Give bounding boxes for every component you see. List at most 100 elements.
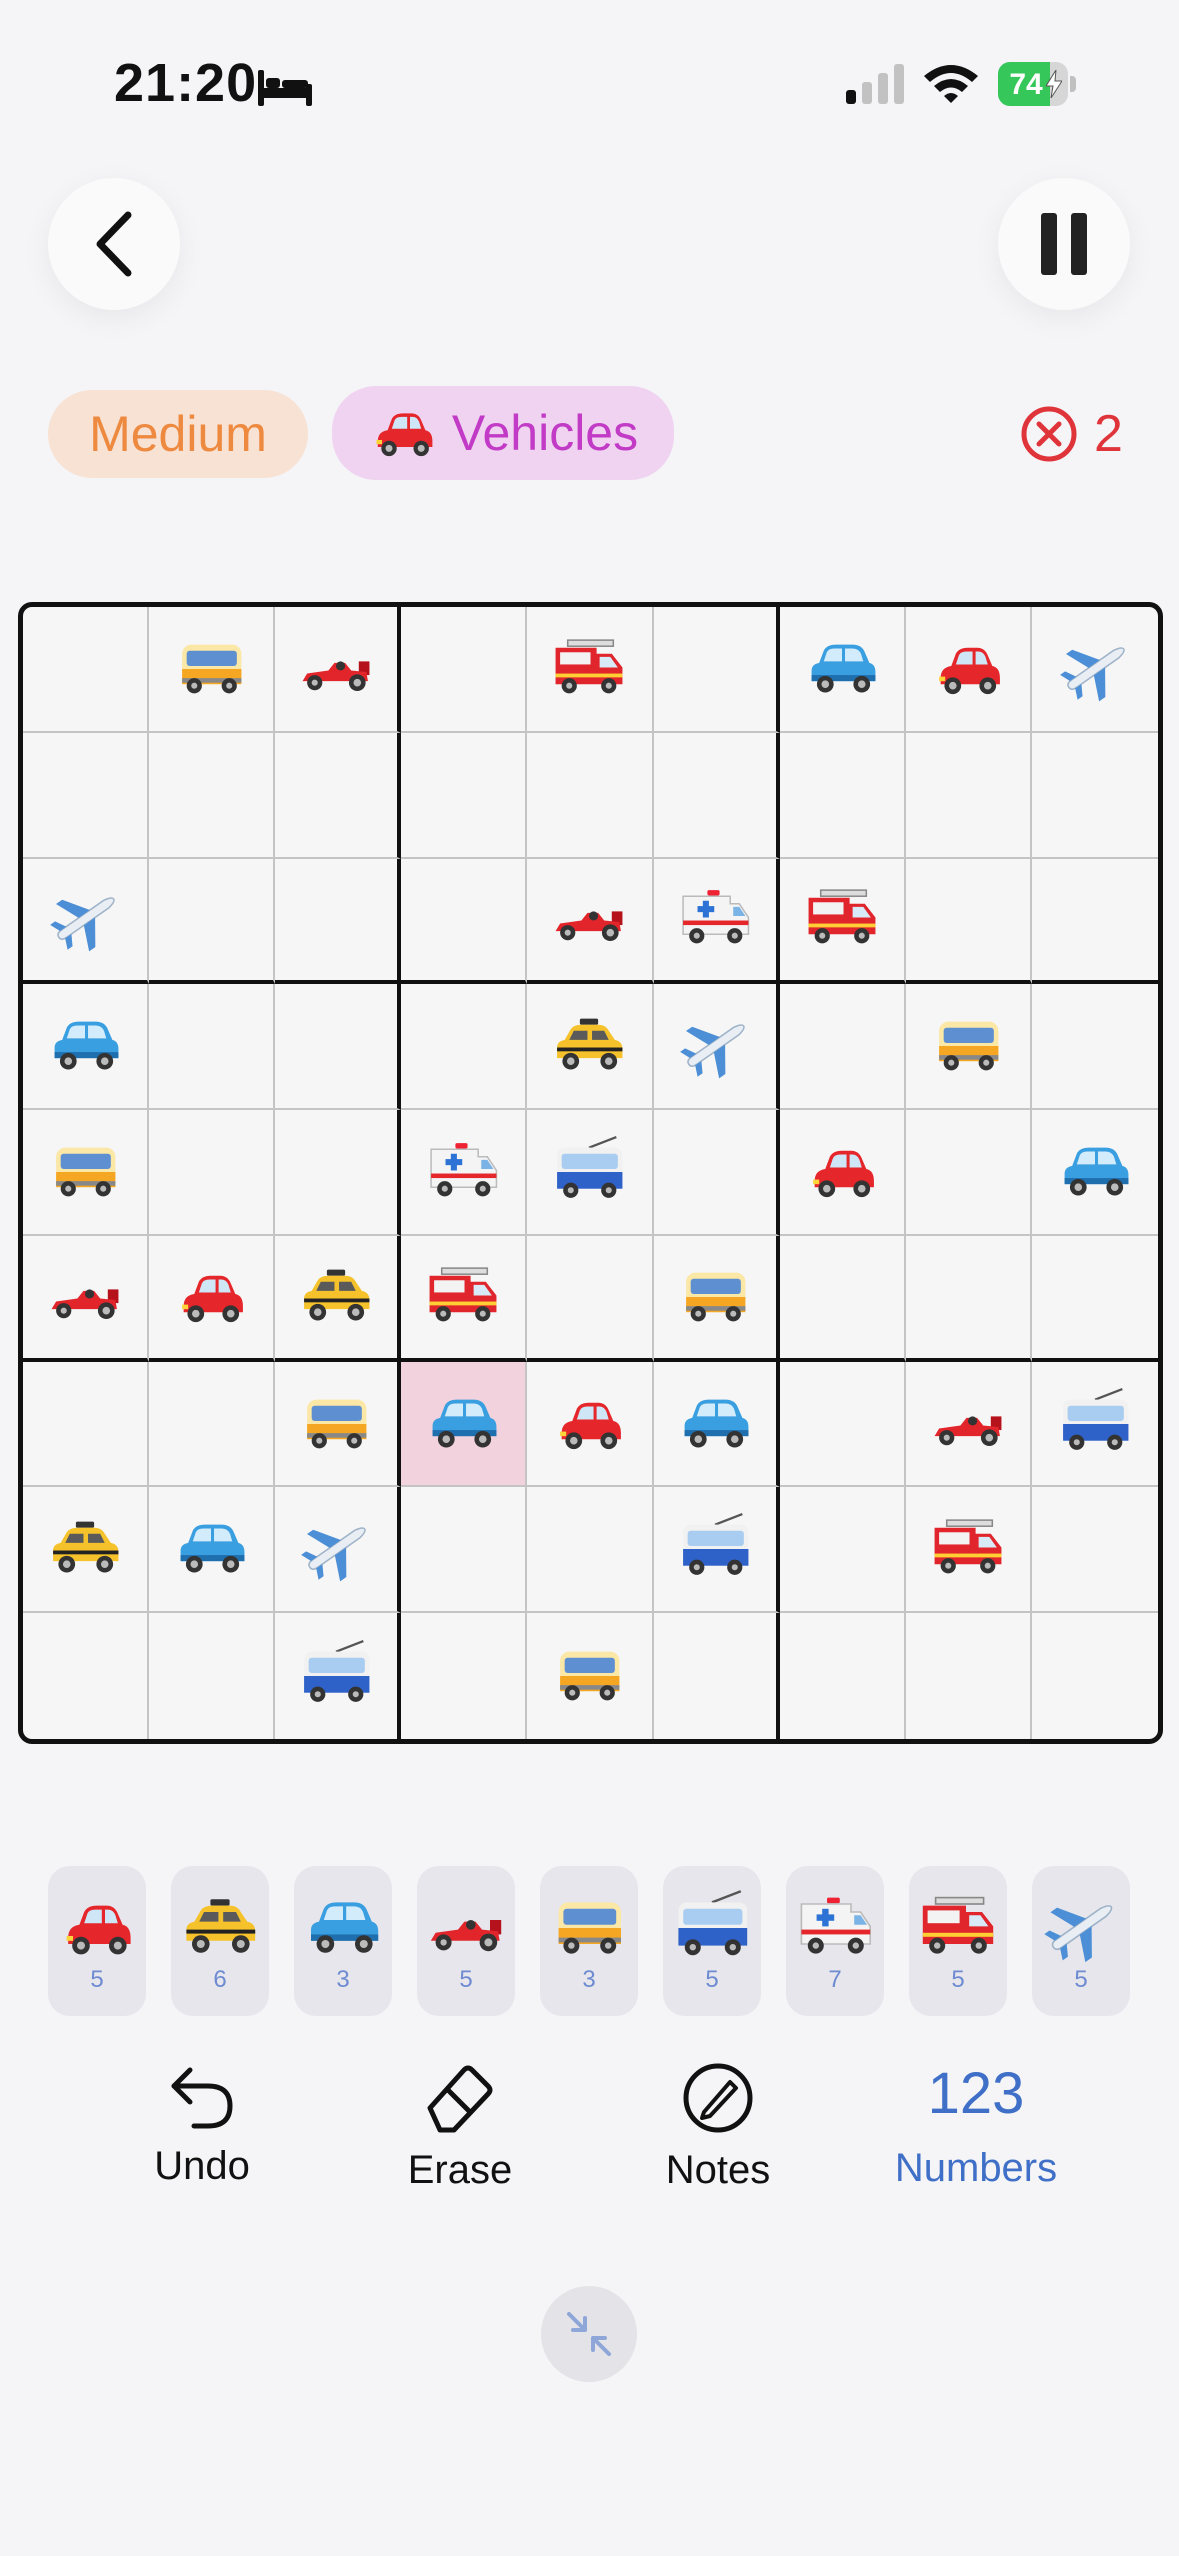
board-cell[interactable]	[905, 858, 1032, 985]
board-cell[interactable]	[653, 1361, 780, 1488]
undo-button[interactable]: Undo	[102, 2060, 302, 2200]
board-cell[interactable]	[149, 732, 276, 859]
board-cell[interactable]	[906, 1613, 1032, 1739]
board-cell[interactable]	[1031, 1362, 1158, 1488]
board-cell[interactable]	[905, 1235, 1032, 1362]
board-cell[interactable]	[23, 858, 150, 985]
board-cell[interactable]	[401, 1487, 528, 1614]
board-cell[interactable]	[653, 1235, 780, 1362]
board-cell[interactable]	[23, 984, 150, 1111]
board-cell[interactable]	[527, 1110, 654, 1236]
board-cell[interactable]	[527, 607, 654, 733]
erase-button[interactable]: Erase	[360, 2060, 560, 2200]
board-cell[interactable]	[23, 732, 150, 859]
board-cell[interactable]	[527, 1487, 654, 1614]
board-cell[interactable]	[149, 1613, 276, 1739]
board-cell[interactable]	[401, 984, 528, 1111]
board-cell[interactable]	[1031, 1236, 1158, 1362]
board-cell[interactable]	[275, 1613, 402, 1739]
board-cell[interactable]	[275, 858, 402, 985]
board-cell[interactable]	[905, 732, 1032, 859]
vehicle-key-taxi[interactable]: 6	[171, 1866, 269, 2016]
board-cell[interactable]	[653, 984, 780, 1111]
board-cell[interactable]	[149, 607, 276, 733]
board-cell[interactable]	[401, 1613, 528, 1739]
notes-button[interactable]: Notes	[618, 2060, 818, 2200]
board-cell[interactable]	[23, 1613, 150, 1739]
board-cell[interactable]	[779, 732, 906, 859]
board-cell[interactable]	[654, 1613, 780, 1739]
board-cell[interactable]	[905, 1487, 1032, 1614]
board-cell[interactable]	[1031, 1487, 1158, 1614]
back-button[interactable]	[48, 178, 180, 310]
board-cell[interactable]	[779, 1487, 906, 1614]
board-cell[interactable]	[653, 732, 780, 859]
board-cell[interactable]	[527, 1361, 654, 1488]
board-cell[interactable]	[149, 1235, 276, 1362]
board-cell[interactable]	[779, 1235, 906, 1362]
board-cell[interactable]	[23, 1361, 150, 1488]
board-cell[interactable]	[527, 858, 654, 985]
board-cell[interactable]	[23, 1235, 150, 1362]
board-cell[interactable]	[275, 984, 402, 1111]
board-cell[interactable]	[779, 607, 906, 733]
board-cell[interactable]	[401, 858, 528, 985]
board-cell[interactable]	[1031, 733, 1158, 859]
board-cell[interactable]	[1031, 1110, 1158, 1236]
board-cell[interactable]	[275, 1110, 402, 1236]
board-cell[interactable]	[1031, 984, 1158, 1111]
vehicle-key-trolleybus[interactable]: 5	[663, 1866, 761, 2016]
board-cell[interactable]	[905, 984, 1032, 1111]
board-cell[interactable]	[23, 1487, 150, 1614]
board-cell[interactable]	[1032, 1613, 1158, 1739]
board-cell[interactable]	[779, 984, 906, 1111]
board-cell[interactable]	[1031, 859, 1158, 985]
vehicle-key-firetruck[interactable]: 5	[909, 1866, 1007, 2016]
vehicle-key-redcar[interactable]: 5	[48, 1866, 146, 2016]
board-cell[interactable]	[527, 732, 654, 859]
board-cell[interactable]	[780, 1613, 906, 1739]
fire-engine-icon	[930, 1511, 1006, 1587]
board-cell[interactable]	[653, 1110, 780, 1236]
board-cell[interactable]	[23, 607, 150, 733]
board-cell[interactable]	[779, 1361, 906, 1488]
board-cell[interactable]	[275, 732, 402, 859]
board-cell[interactable]	[275, 607, 402, 733]
board-cell[interactable]	[1031, 607, 1158, 733]
board-cell[interactable]	[149, 1110, 276, 1236]
board-cell[interactable]	[23, 1110, 150, 1236]
board-cell[interactable]	[527, 984, 654, 1111]
board-cell[interactable]	[779, 1110, 906, 1236]
board-cell[interactable]	[275, 1361, 402, 1488]
board-cell[interactable]	[905, 1361, 1032, 1488]
vehicle-key-bluecar[interactable]: 3	[294, 1866, 392, 2016]
board-cell[interactable]	[149, 984, 276, 1111]
vehicle-key-airplane[interactable]: 5	[1032, 1866, 1130, 2016]
collapse-button[interactable]	[541, 2286, 637, 2382]
board-cell[interactable]	[401, 732, 528, 859]
board-cell[interactable]	[653, 607, 780, 733]
board-cell[interactable]	[149, 858, 276, 985]
board-cell[interactable]	[905, 1110, 1032, 1236]
pause-button[interactable]	[998, 178, 1130, 310]
board-cell[interactable]	[149, 1487, 276, 1614]
vehicle-key-racecar[interactable]: 5	[417, 1866, 515, 2016]
board-cell[interactable]	[779, 858, 906, 985]
board-cell[interactable]	[401, 1361, 528, 1488]
blue-car-icon	[47, 1008, 123, 1084]
board-cell[interactable]	[527, 1235, 654, 1362]
theme-badge: Vehicles	[332, 386, 674, 480]
vehicle-key-minibus[interactable]: 3	[540, 1866, 638, 2016]
board-cell[interactable]	[653, 858, 780, 985]
board-cell[interactable]	[275, 1235, 402, 1362]
board-cell[interactable]	[401, 607, 528, 733]
board-cell[interactable]	[275, 1487, 402, 1614]
board-cell[interactable]	[905, 607, 1032, 733]
board-cell[interactable]	[401, 1235, 528, 1362]
numbers-toggle-button[interactable]: 123 Numbers	[876, 2060, 1076, 2200]
board-cell[interactable]	[149, 1361, 276, 1488]
board-cell[interactable]	[653, 1487, 780, 1614]
vehicle-key-ambulance[interactable]: 7	[786, 1866, 884, 2016]
board-cell[interactable]	[527, 1613, 654, 1739]
board-cell[interactable]	[401, 1110, 528, 1236]
